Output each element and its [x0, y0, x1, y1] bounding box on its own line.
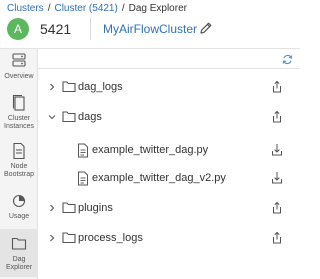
download-icon[interactable] [271, 143, 283, 156]
sidebar-item-label: Usage [8, 213, 30, 220]
tree-row-folder[interactable]: process_logs [38, 223, 300, 253]
folder-name: dags [78, 111, 102, 123]
folder-icon [62, 111, 76, 123]
breadcrumb-separator: / [121, 3, 125, 14]
list-divider [38, 68, 300, 69]
tree-row-folder[interactable]: dags [38, 102, 300, 132]
pie-chart-icon [12, 194, 26, 208]
folder-icon [62, 232, 76, 244]
sidebar-item-node-bootstrap[interactable]: Node Bootstrap [0, 141, 38, 187]
chevron-right-icon[interactable] [48, 204, 56, 212]
folder-icon [11, 237, 27, 250]
header-divider [90, 18, 91, 40]
sidebar-item-cluster-instances[interactable]: Cluster Instances [0, 93, 38, 139]
instances-icon [12, 94, 25, 111]
upload-icon[interactable] [271, 110, 283, 123]
sidebar-item-label: Node Bootstrap [4, 163, 34, 178]
file-name: example_twitter_dag.py [92, 144, 209, 156]
folder-icon [62, 202, 76, 214]
sidebar: Overview Cluster Instances Node Bootstra… [0, 49, 38, 279]
document-icon [13, 142, 25, 160]
server-icon [12, 53, 26, 67]
avatar: A [7, 18, 29, 40]
chevron-right-icon[interactable] [48, 83, 56, 91]
upload-icon[interactable] [271, 80, 283, 93]
folder-name: process_logs [78, 232, 143, 244]
breadcrumb-cluster-link[interactable]: Cluster (5421) [54, 3, 117, 14]
chevron-down-icon[interactable] [48, 113, 56, 121]
breadcrumb-clusters-link[interactable]: Clusters [7, 3, 44, 14]
file-icon [78, 143, 88, 158]
sidebar-item-label: Overview [4, 73, 34, 80]
tree-row-folder[interactable]: dag_logs [38, 72, 300, 102]
sidebar-item-label: Dag Explorer [5, 256, 33, 271]
pencil-icon[interactable] [199, 21, 213, 35]
header-divider-line [0, 48, 300, 49]
chevron-right-icon[interactable] [48, 234, 56, 242]
download-icon[interactable] [271, 171, 283, 184]
file-name: example_twitter_dag_v2.py [92, 172, 226, 184]
folder-icon [62, 81, 76, 93]
upload-icon[interactable] [271, 201, 283, 214]
refresh-icon[interactable] [282, 54, 293, 65]
breadcrumb-current: Dag Explorer [128, 3, 187, 14]
breadcrumb-separator: / [47, 3, 51, 14]
tree-row-file[interactable]: example_twitter_dag.py [38, 135, 300, 165]
upload-icon[interactable] [271, 231, 283, 244]
folder-name: plugins [78, 202, 113, 214]
folder-name: dag_logs [78, 81, 123, 93]
tree-row-file[interactable]: example_twitter_dag_v2.py [38, 163, 300, 193]
sidebar-item-dag-explorer[interactable]: Dag Explorer [0, 229, 38, 277]
file-icon [78, 171, 88, 186]
sidebar-item-overview[interactable]: Overview [0, 51, 38, 91]
sidebar-item-label: Cluster Instances [4, 115, 34, 130]
breadcrumb: Clusters / Cluster (5421) / Dag Explorer [7, 2, 187, 16]
tree-row-folder[interactable]: plugins [38, 193, 300, 223]
sidebar-item-usage[interactable]: Usage [0, 191, 38, 225]
cluster-name-link[interactable]: MyAirFlowCluster [103, 21, 197, 37]
cluster-id: 5421 [40, 21, 72, 37]
